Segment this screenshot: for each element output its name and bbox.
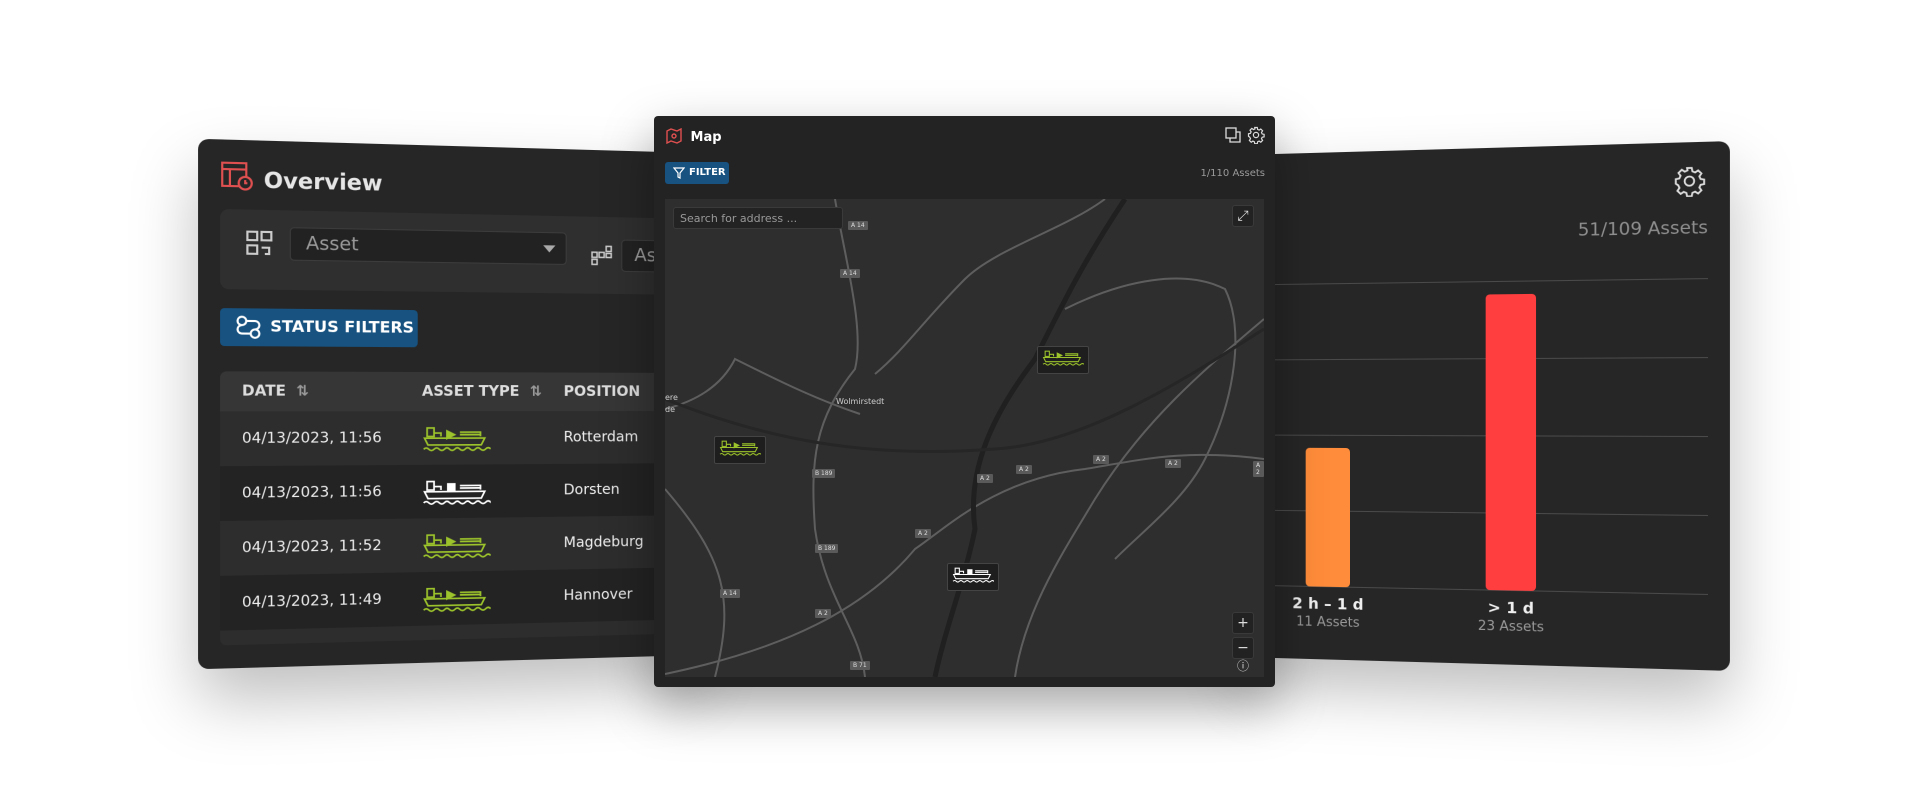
row-position: Hannover	[563, 586, 633, 605]
page-title: Overview	[263, 167, 383, 196]
bar[interactable]	[1305, 447, 1350, 588]
ship-active-icon	[422, 425, 491, 452]
sort-icon[interactable]: ⇅	[530, 384, 542, 400]
road-label: A 2	[1165, 459, 1181, 468]
asset-marker[interactable]	[947, 563, 999, 591]
ship-active-icon	[422, 585, 491, 613]
gear-icon[interactable]	[1247, 126, 1265, 144]
status-filters-button[interactable]: STATUS FILTERS	[220, 308, 418, 348]
overview-panel: Overview Asset Asset STATUS FILTERS DATE…	[198, 138, 699, 670]
map-header: Map	[666, 127, 722, 145]
ship-active-icon	[422, 532, 491, 560]
road-label: B 189	[815, 544, 839, 553]
table-header: DATE ⇅ ASSET TYPE ⇅ POSITION	[220, 371, 699, 412]
road-label: A 2	[977, 474, 993, 483]
row-date: 04/13/2023, 11:56	[241, 429, 382, 448]
table-row[interactable]: 04/13/2023, 11:56 Dorsten	[220, 462, 699, 522]
filter-bar: Asset Asset	[220, 208, 699, 296]
road-label: A 2	[815, 609, 831, 618]
road-label: A 14	[840, 269, 860, 278]
row-position: Rotterdam	[563, 429, 639, 446]
asset-count: 1/110 Assets	[1200, 168, 1265, 179]
bar[interactable]	[1485, 293, 1537, 591]
filter-button[interactable]: FILTER	[665, 162, 729, 184]
gridline	[1240, 435, 1708, 437]
value-label: 23 Assets	[1477, 618, 1544, 636]
ship-stopped-icon	[952, 567, 994, 583]
table-row[interactable]: 04/13/2023, 11:52 Magdeburg	[220, 514, 699, 576]
asset-marker[interactable]	[714, 436, 766, 464]
duplicate-icon[interactable]	[1225, 127, 1241, 143]
map-panel: Map FILTER 1/110 Assets Search for addre…	[654, 116, 1275, 687]
row-date: 04/13/2023, 11:56	[241, 483, 382, 502]
column-date[interactable]: DATE	[242, 383, 286, 400]
place-label: ere	[665, 393, 678, 402]
row-position: Magdeburg	[563, 533, 644, 552]
column-asset-type[interactable]: ASSET TYPE	[422, 383, 520, 400]
filter-icon	[673, 167, 685, 179]
zoom-in-button[interactable]: +	[1232, 612, 1254, 634]
road-label: B 71	[850, 661, 870, 670]
road-label: A 14	[720, 589, 740, 598]
gear-icon[interactable]	[1673, 165, 1706, 197]
ship-active-icon	[719, 440, 761, 456]
asset-select[interactable]: Asset	[289, 227, 567, 265]
info-icon[interactable]: ⓘ	[1232, 656, 1254, 677]
ship-stopped-icon	[422, 479, 491, 506]
place-label: de	[665, 405, 675, 414]
column-position[interactable]: POSITION	[564, 384, 641, 400]
asset-marker[interactable]	[1037, 346, 1089, 374]
row-position: Dorsten	[563, 481, 620, 499]
road-label: A 2	[1093, 455, 1109, 464]
map-canvas[interactable]: Search for address ... ⤢ + − ⓘ Wolmirste…	[665, 199, 1264, 677]
gridline	[1240, 279, 1708, 285]
asset-group-icon	[591, 245, 613, 266]
table-row[interactable]: 04/13/2023, 11:56 Rotterdam	[220, 410, 699, 467]
road-label: A 2	[915, 529, 931, 538]
map-icon	[666, 127, 682, 145]
row-date: 04/13/2023, 11:49	[241, 591, 382, 612]
toggles-icon	[235, 316, 261, 339]
road-label: A 2	[1253, 461, 1264, 477]
road-label: B 189	[812, 469, 836, 478]
category-label: 2 h – 1 d	[1292, 594, 1364, 614]
place-label: Wolmirstedt	[836, 397, 885, 406]
value-label: 11 Assets	[1296, 614, 1360, 632]
road-label: A 14	[848, 221, 868, 230]
overview-icon	[220, 160, 255, 192]
chevron-down-icon	[543, 245, 556, 253]
row-date: 04/13/2023, 11:52	[241, 537, 382, 557]
road-label: A 2	[1016, 465, 1032, 474]
status-chart-panel: 51/109 Assets 2 h – 1 d 11 Assets > 1 d 23 …	[1240, 141, 1730, 671]
category-label: > 1 d	[1487, 598, 1535, 618]
qr-code-icon	[246, 231, 272, 257]
table-row[interactable]: 04/13/2023, 11:49 Hannover	[220, 566, 699, 631]
gridline	[1240, 358, 1708, 360]
ship-active-icon	[1042, 350, 1084, 366]
fullscreen-button[interactable]: ⤢	[1232, 205, 1254, 227]
sort-icon[interactable]: ⇅	[296, 383, 309, 400]
address-search-input[interactable]: Search for address ...	[673, 207, 843, 229]
asset-count: 51/109 Assets	[1577, 217, 1708, 241]
assets-table: DATE ⇅ ASSET TYPE ⇅ POSITION 04/13/2023,…	[220, 371, 699, 646]
